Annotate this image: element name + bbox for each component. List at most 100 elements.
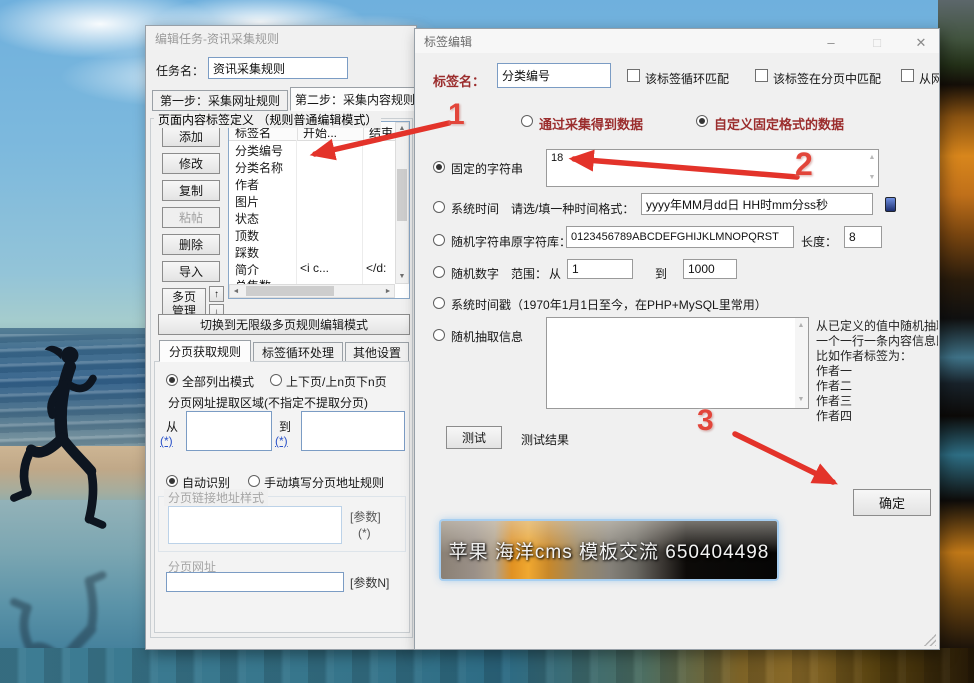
import-button[interactable]: 导入 — [162, 261, 220, 282]
scroll-up-icon[interactable]: ▲ — [795, 320, 807, 332]
to-wildcard-link[interactable]: (*) — [275, 434, 288, 448]
tab-step1-url-rules[interactable]: 第一步：采集网址规则 — [152, 90, 288, 111]
range-to-input[interactable] — [683, 259, 737, 279]
radio-random-string[interactable] — [433, 234, 445, 246]
time-format-input[interactable] — [641, 193, 873, 215]
char-bank-input[interactable] — [566, 226, 794, 248]
delete-button[interactable]: 删除 — [162, 234, 220, 255]
radio-system-time[interactable] — [433, 201, 445, 213]
scroll-down-icon[interactable]: ▼ — [866, 172, 878, 184]
tab-label: 第二步：采集内容规则 — [295, 91, 415, 108]
checkbox-loop-match[interactable] — [627, 69, 640, 82]
list-vscrollbar[interactable]: ▲ ▼ — [395, 122, 409, 284]
switch-mode-button[interactable]: 切换到无限级多页规则编辑模式 — [158, 314, 410, 335]
radio-data-from-collection[interactable] — [521, 115, 533, 127]
banner-text: 苹果 海洋cms 模板交流 650404498 — [441, 521, 777, 579]
ok-button[interactable]: 确定 — [853, 489, 931, 516]
titlebar[interactable]: 标签编辑 — [415, 29, 939, 53]
scroll-right-icon[interactable]: ► — [382, 286, 394, 298]
button-label: 粘帖 — [179, 209, 203, 226]
radio-timestamp[interactable] — [433, 297, 445, 309]
radio-prev-next-mode[interactable] — [270, 374, 282, 386]
radio-random-pick[interactable] — [433, 329, 445, 341]
list-item-dislikes[interactable]: 踩数 — [230, 243, 394, 260]
resize-grip[interactable] — [924, 634, 936, 646]
hint-line: 比如作者标签为： — [816, 349, 938, 364]
paste-button[interactable]: 粘帖 — [162, 207, 220, 228]
hint-line: 作者二 — [816, 379, 938, 394]
radio-list-all-mode[interactable] — [166, 374, 178, 386]
time-format-picker-icon[interactable] — [885, 197, 896, 212]
radio-label: 随机字符串 — [451, 233, 511, 250]
radio-fixed-string[interactable] — [433, 161, 445, 173]
list-item-summary[interactable]: 简介 <i c... </d: — [230, 260, 394, 277]
scroll-down-icon[interactable]: ▼ — [795, 394, 807, 406]
radio-manual-paging-rule[interactable] — [248, 475, 260, 487]
cell-tagname: 简介 — [235, 261, 259, 278]
button-label: 导入 — [179, 263, 203, 280]
radio-label: 随机数字 — [451, 265, 499, 282]
length-input[interactable] — [844, 226, 882, 248]
fixed-string-textarea[interactable]: 18 ▲ ▼ — [546, 149, 879, 187]
from-wildcard-link[interactable]: (*) — [160, 434, 173, 448]
scroll-down-icon[interactable]: ▼ — [396, 271, 408, 283]
cliff-rocks — [938, 0, 974, 650]
banner-ad: 苹果 海洋cms 模板交流 650404498 — [441, 521, 777, 579]
char-bank-label: 原字符库： — [511, 233, 571, 250]
task-name-input[interactable] — [208, 57, 348, 79]
vscroll-thumb[interactable] — [397, 169, 407, 221]
add-button[interactable]: 添加 — [162, 126, 220, 147]
move-up-button[interactable]: ↑ — [209, 286, 224, 302]
extract-to-input[interactable] — [301, 411, 405, 451]
hscroll-thumb[interactable] — [246, 286, 334, 296]
modify-button[interactable]: 修改 — [162, 153, 220, 174]
fixed-string-value: 18 — [551, 152, 563, 164]
hint-line: 作者三 — [816, 394, 938, 409]
radio-auto-detect[interactable] — [166, 475, 178, 487]
list-item-category-name[interactable]: 分类名称 — [230, 158, 394, 175]
list-item-author[interactable]: 作者 — [230, 175, 394, 192]
button-label: 测试 — [462, 429, 486, 446]
up-arrow-icon: ↑ — [214, 289, 219, 300]
range-from-label: 从 — [549, 265, 561, 282]
scroll-left-icon[interactable]: ◄ — [230, 286, 242, 298]
test-button[interactable]: 测试 — [446, 426, 502, 449]
page-link-pattern-input[interactable] — [168, 506, 342, 544]
extract-from-input[interactable] — [186, 411, 272, 451]
tab-label: 标签循环处理 — [262, 344, 334, 361]
close-button[interactable]: ✕ — [907, 32, 935, 53]
radio-label: 系统时间 — [451, 200, 499, 217]
tab-tag-loop[interactable]: 标签循环处理 — [253, 342, 343, 362]
window-title: 标签编辑 — [424, 33, 472, 50]
cell-tagname: 顶数 — [235, 227, 259, 244]
list-item-likes[interactable]: 顶数 — [230, 226, 394, 243]
copy-button[interactable]: 复制 — [162, 180, 220, 201]
maximize-button[interactable]: □ — [863, 32, 891, 53]
tab-paging-rules[interactable]: 分页获取规则 — [159, 340, 251, 362]
minimize-button[interactable]: – — [817, 32, 845, 53]
tab-label: 第一步：采集网址规则 — [160, 92, 280, 109]
window-task-editor: 编辑任务-资讯采集规则 任务名： 第一步：采集网址规则 第二步：采集内容规则 页… — [145, 25, 417, 650]
radio-custom-fixed-format[interactable] — [696, 115, 708, 127]
pick-vscrollbar[interactable]: ▲ ▼ — [795, 318, 808, 408]
radio-random-number[interactable] — [433, 266, 445, 278]
tab-step2-content-rules[interactable]: 第二步：采集内容规则 — [290, 87, 417, 111]
scroll-up-icon[interactable]: ▲ — [396, 123, 408, 135]
list-item-status[interactable]: 状态 — [230, 209, 394, 226]
list-hscrollbar[interactable]: ◄ ► — [229, 284, 395, 298]
random-pick-textarea[interactable]: ▲ ▼ — [546, 317, 809, 409]
button-label: 切换到无限级多页规则编辑模式 — [200, 316, 368, 333]
scroll-up-icon[interactable]: ▲ — [866, 152, 878, 164]
list-item-category-id[interactable]: 分类编号 — [230, 141, 394, 158]
tag-name-input[interactable] — [497, 63, 611, 88]
checkbox-match-in-paging[interactable] — [755, 69, 768, 82]
radio-label: 上下页/上n页下n页 — [286, 373, 387, 390]
list-item-image[interactable]: 图片 — [230, 192, 394, 209]
page-url-input[interactable] — [166, 572, 344, 592]
range-from-input[interactable] — [567, 259, 633, 279]
checkbox-from-url[interactable] — [901, 69, 914, 82]
page-link-group-title: 分页链接地址样式 — [164, 489, 268, 506]
tab-other-settings[interactable]: 其他设置 — [345, 342, 409, 362]
titlebar[interactable]: 编辑任务-资讯采集规则 — [146, 26, 416, 50]
tab-label: 分页获取规则 — [169, 343, 241, 360]
